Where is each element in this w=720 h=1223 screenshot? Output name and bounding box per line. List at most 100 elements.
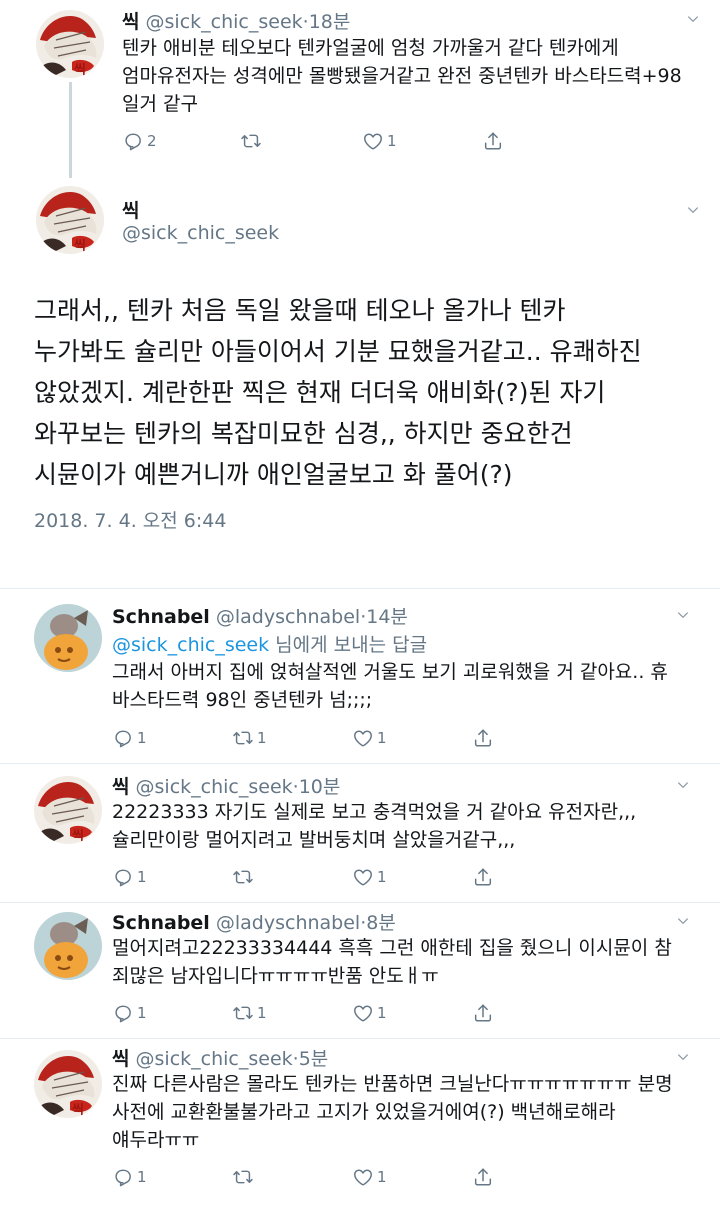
reply-icon: [112, 1166, 134, 1188]
reply-tweet[interactable]: Schnabel @ladyschnabel·14분 @sick_chic_se…: [0, 594, 720, 762]
like-button[interactable]: 1: [352, 1166, 387, 1188]
text-line: 멀어지려고22233334444 흑흑 그런 애한테 집을 줬으니 이시뮨이 참: [112, 937, 672, 959]
like-button[interactable]: 1: [352, 727, 387, 749]
like-count: 1: [377, 1004, 387, 1022]
text-line: 진짜 다른사람은 몰라도 텐카는 반품하면 크닐난다ㅠㅠㅠㅠㅠㅠㅠ 분명: [112, 1073, 673, 1095]
author-name[interactable]: Schnabel: [112, 912, 210, 934]
reply-count: 1: [137, 729, 147, 747]
heart-icon: [352, 866, 374, 888]
author-name[interactable]: 씩: [112, 1048, 129, 1070]
author-handle[interactable]: @sick_chic_seek: [136, 1048, 293, 1070]
author-handle[interactable]: @ladyschnabel: [216, 606, 360, 628]
tweet-header: Schnabel @ladyschnabel·14분: [112, 602, 408, 629]
tweet-time[interactable]: 18분: [309, 11, 351, 33]
text-line: 엄마유전자는 성격에만 몰빵됐을거같고 완전 중년텐카 바스타드력+98: [122, 65, 682, 87]
retweet-button[interactable]: 1: [232, 727, 267, 749]
text-line: 바스타드력 98인 중년텐카 넘;;;;: [112, 689, 373, 711]
replying-to-handle[interactable]: @sick_chic_seek: [112, 634, 269, 656]
share-icon: [472, 866, 494, 888]
retweet-button[interactable]: [240, 130, 265, 152]
tweet-actions: 1 1: [112, 866, 512, 892]
share-button[interactable]: [472, 727, 494, 749]
text-line: 죄많은 남자입니다ㅠㅠㅠㅠ반품 안도ㅐㅠ: [112, 965, 439, 987]
share-button[interactable]: [472, 1166, 494, 1188]
thread-line: [69, 82, 72, 178]
tweet-time[interactable]: 5분: [299, 1048, 329, 1070]
tweet-actions: 1 1: [112, 1166, 512, 1192]
text-line: 텐카 애비분 테오보다 텐카얼굴에 엄청 가까울거 같다 텐카에게: [122, 37, 619, 59]
retweet-icon: [240, 130, 262, 152]
reply-tweet[interactable]: Schnabel @ladyschnabel·8분 멀어지려고222333344…: [0, 906, 720, 1040]
tweet-header: 씩 @sick_chic_seek·5분: [112, 1044, 328, 1071]
reply-count: 2: [147, 132, 157, 150]
avatar[interactable]: [34, 776, 102, 844]
share-button[interactable]: [472, 866, 494, 888]
heart-icon: [352, 727, 374, 749]
tweet-date[interactable]: 2018. 7. 4. 오전 6:44: [34, 506, 226, 533]
reply-button[interactable]: 1: [112, 1166, 147, 1188]
retweet-button[interactable]: [232, 866, 257, 888]
author-handle[interactable]: @sick_chic_seek: [136, 776, 293, 798]
tweet-time[interactable]: 8분: [366, 912, 396, 934]
avatar[interactable]: [34, 1050, 102, 1118]
reply-button[interactable]: 1: [112, 727, 147, 749]
retweet-count: 1: [257, 1004, 267, 1022]
reply-button[interactable]: 1: [112, 866, 147, 888]
text-line: 일거 같구: [122, 93, 198, 115]
text-line: 누가봐도 슐리만 아들이어서 기분 묘했을거같고.. 유쾌하진: [34, 337, 642, 366]
avatar[interactable]: [36, 186, 104, 254]
reply-button[interactable]: 2: [122, 130, 157, 152]
tweet-text: 그래서 아버지 집에 얹혀살적엔 거울도 보기 괴로워했을 거 같아요.. 휴 …: [112, 658, 712, 714]
like-count: 1: [377, 868, 387, 886]
reply-icon: [112, 727, 134, 749]
replying-to-suffix: 님에게 보내는 답글: [269, 634, 428, 656]
tweet-time[interactable]: 14분: [366, 606, 408, 628]
chevron-down-icon[interactable]: [676, 914, 690, 928]
reply-tweet[interactable]: 씩 @sick_chic_seek·10분 22223333 자기도 실제로 보…: [0, 768, 720, 902]
text-line: 얘두라ㅠㅠ: [112, 1129, 200, 1151]
main-tweet-text: 그래서,, 텐카 처음 독일 왔을때 테오나 올가나 텐카 누가봐도 슐리만 아…: [34, 290, 714, 495]
chevron-down-icon[interactable]: [676, 608, 690, 622]
chevron-down-icon[interactable]: [686, 12, 700, 26]
share-button[interactable]: [482, 130, 504, 152]
like-button[interactable]: 1: [352, 866, 387, 888]
reply-divider: [0, 1038, 720, 1039]
text-line: 사전에 교환환불불가라고 고지가 있었을거에여(?) 백년해로해라: [112, 1101, 616, 1123]
author-name[interactable]: Schnabel: [112, 606, 210, 628]
avatar[interactable]: [34, 604, 102, 672]
share-button[interactable]: [472, 1002, 494, 1024]
author-name[interactable]: 씩: [112, 776, 129, 798]
reply-tweet[interactable]: 씩 @sick_chic_seek·5분 진짜 다른사람은 몰라도 텐카는 반품…: [0, 1042, 720, 1223]
chevron-down-icon[interactable]: [676, 1050, 690, 1064]
tweet-header: 씩 @sick_chic_seek·18분: [122, 7, 350, 34]
like-count: 1: [377, 729, 387, 747]
avatar[interactable]: [36, 10, 104, 78]
text-line: 그래서 아버지 집에 얹혀살적엔 거울도 보기 괴로워했을 거 같아요.. 휴: [112, 661, 668, 683]
reply-icon: [112, 866, 134, 888]
like-button[interactable]: 1: [352, 1002, 387, 1024]
chevron-down-icon[interactable]: [676, 778, 690, 792]
heart-icon: [362, 130, 384, 152]
retweet-button[interactable]: [232, 1166, 257, 1188]
thread-tweet[interactable]: 씩 @sick_chic_seek·18분 텐카 애비분 테오보다 텐카얼굴에 …: [0, 0, 720, 178]
tweet-text: 텐카 애비분 테오보다 텐카얼굴에 엄청 가까울거 같다 텐카에게 엄마유전자는…: [122, 34, 712, 118]
replying-to: @sick_chic_seek 님에게 보내는 답글: [112, 630, 427, 657]
author-handle[interactable]: @ladyschnabel: [216, 912, 360, 934]
reply-icon: [112, 1002, 134, 1024]
author-handle[interactable]: @sick_chic_seek: [146, 11, 303, 33]
chevron-down-icon[interactable]: [686, 203, 700, 217]
tweet-actions: 1 1 1: [112, 1002, 512, 1028]
text-line: 슐리만이랑 멀어지려고 발버둥치며 살았을거같구,,,: [112, 829, 516, 851]
tweet-text: 멀어지려고22233334444 흑흑 그런 애한테 집을 줬으니 이시뮨이 참…: [112, 934, 712, 990]
avatar[interactable]: [34, 912, 102, 980]
retweet-icon: [232, 1002, 254, 1024]
tweet-time[interactable]: 10분: [299, 776, 341, 798]
like-button[interactable]: 1: [362, 130, 397, 152]
text-line: 와꾸보는 텐카의 복잡미묘한 심경,, 하지만 중요한건: [34, 419, 573, 448]
author-handle[interactable]: @sick_chic_seek: [122, 222, 279, 244]
author-name[interactable]: 씩: [122, 196, 139, 223]
reply-button[interactable]: 1: [112, 1002, 147, 1024]
retweet-button[interactable]: 1: [232, 1002, 267, 1024]
retweet-icon: [232, 1166, 254, 1188]
author-name[interactable]: 씩: [122, 11, 139, 33]
